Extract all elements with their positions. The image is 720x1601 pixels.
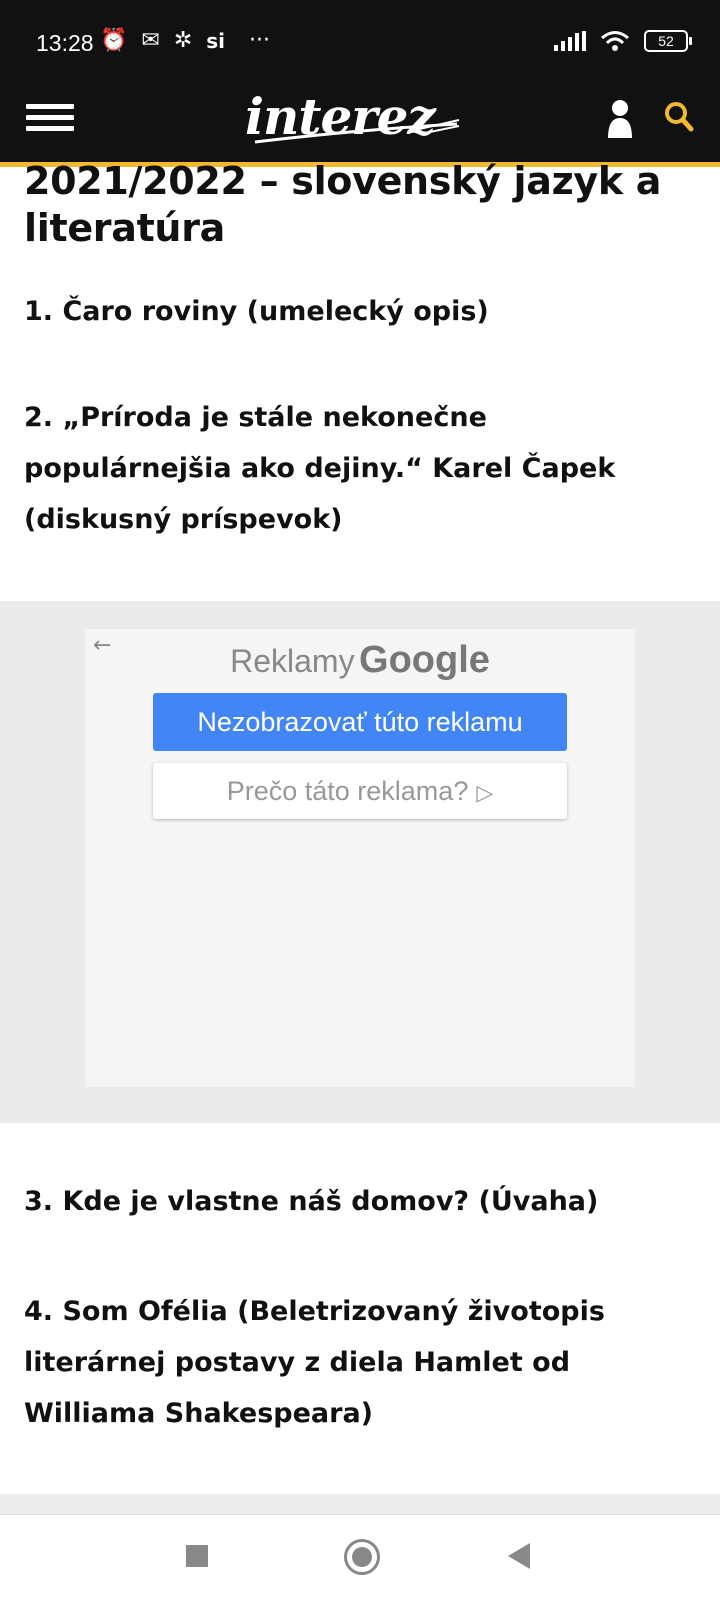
logo-swoosh-icon: interez: [245, 87, 460, 146]
home-button[interactable]: [344, 1539, 380, 1575]
status-bar: 13:28 ⏰ ✉ ✲ si ··· 52: [0, 0, 720, 86]
ad-title-prefix: Reklamy: [230, 643, 355, 679]
signal-icon: [554, 31, 586, 51]
ad-title: Reklamy Google: [85, 639, 635, 682]
page-title: 2021/2022 – slovenský jazyk a literatúra: [24, 159, 662, 250]
mail-icon: ✉: [141, 28, 160, 53]
alarm-icon: ⏰: [100, 28, 128, 53]
divider: [0, 1494, 720, 1514]
notification-icons: ⏰ ✉ ✲ si ···: [100, 28, 270, 53]
svg-text:interez: interez: [245, 90, 437, 146]
hide-ad-button[interactable]: Nezobrazovať túto reklamu: [153, 693, 567, 751]
google-ad-panel: ← Reklamy Google Nezobrazovať túto rekla…: [85, 629, 635, 1087]
search-icon[interactable]: [664, 100, 694, 134]
system-nav-bar: [0, 1514, 720, 1601]
recents-button[interactable]: [186, 1545, 208, 1567]
wifi-icon: [601, 31, 629, 51]
app-si-icon: si: [206, 28, 226, 53]
battery-indicator: 52: [644, 30, 692, 52]
why-this-ad-label: Prečo táto reklama?: [226, 776, 469, 806]
menu-icon[interactable]: [26, 98, 74, 138]
back-button[interactable]: [508, 1543, 530, 1569]
list-item: 3. Kde je vlastne náš domov? (Úvaha): [24, 1186, 599, 1217]
site-header: interez: [0, 86, 720, 167]
list-item: 2. „Príroda je stále nekonečne populárne…: [24, 402, 616, 535]
site-logo[interactable]: interez: [245, 87, 465, 154]
why-this-ad-button[interactable]: Prečo táto reklama? ▷: [153, 763, 567, 819]
battery-level: 52: [658, 33, 674, 49]
google-logo: Google: [359, 639, 490, 681]
pinwheel-icon: ✲: [173, 28, 193, 53]
article-title-block: 2021/2022 – slovenský jazyk a literatúra: [24, 158, 704, 252]
more-notifications-icon: ···: [249, 28, 271, 53]
system-icons: 52: [554, 30, 692, 52]
list-item: 1. Čaro roviny (umelecký opis): [24, 296, 489, 327]
list-item: 4. Som Ofélia (Beletrizovaný životopis l…: [24, 1296, 605, 1429]
ad-container: ← Reklamy Google Nezobrazovať túto rekla…: [0, 601, 720, 1123]
adchoices-icon: ▷: [476, 780, 494, 805]
status-time: 13:28: [36, 30, 94, 56]
user-icon[interactable]: [606, 98, 634, 138]
